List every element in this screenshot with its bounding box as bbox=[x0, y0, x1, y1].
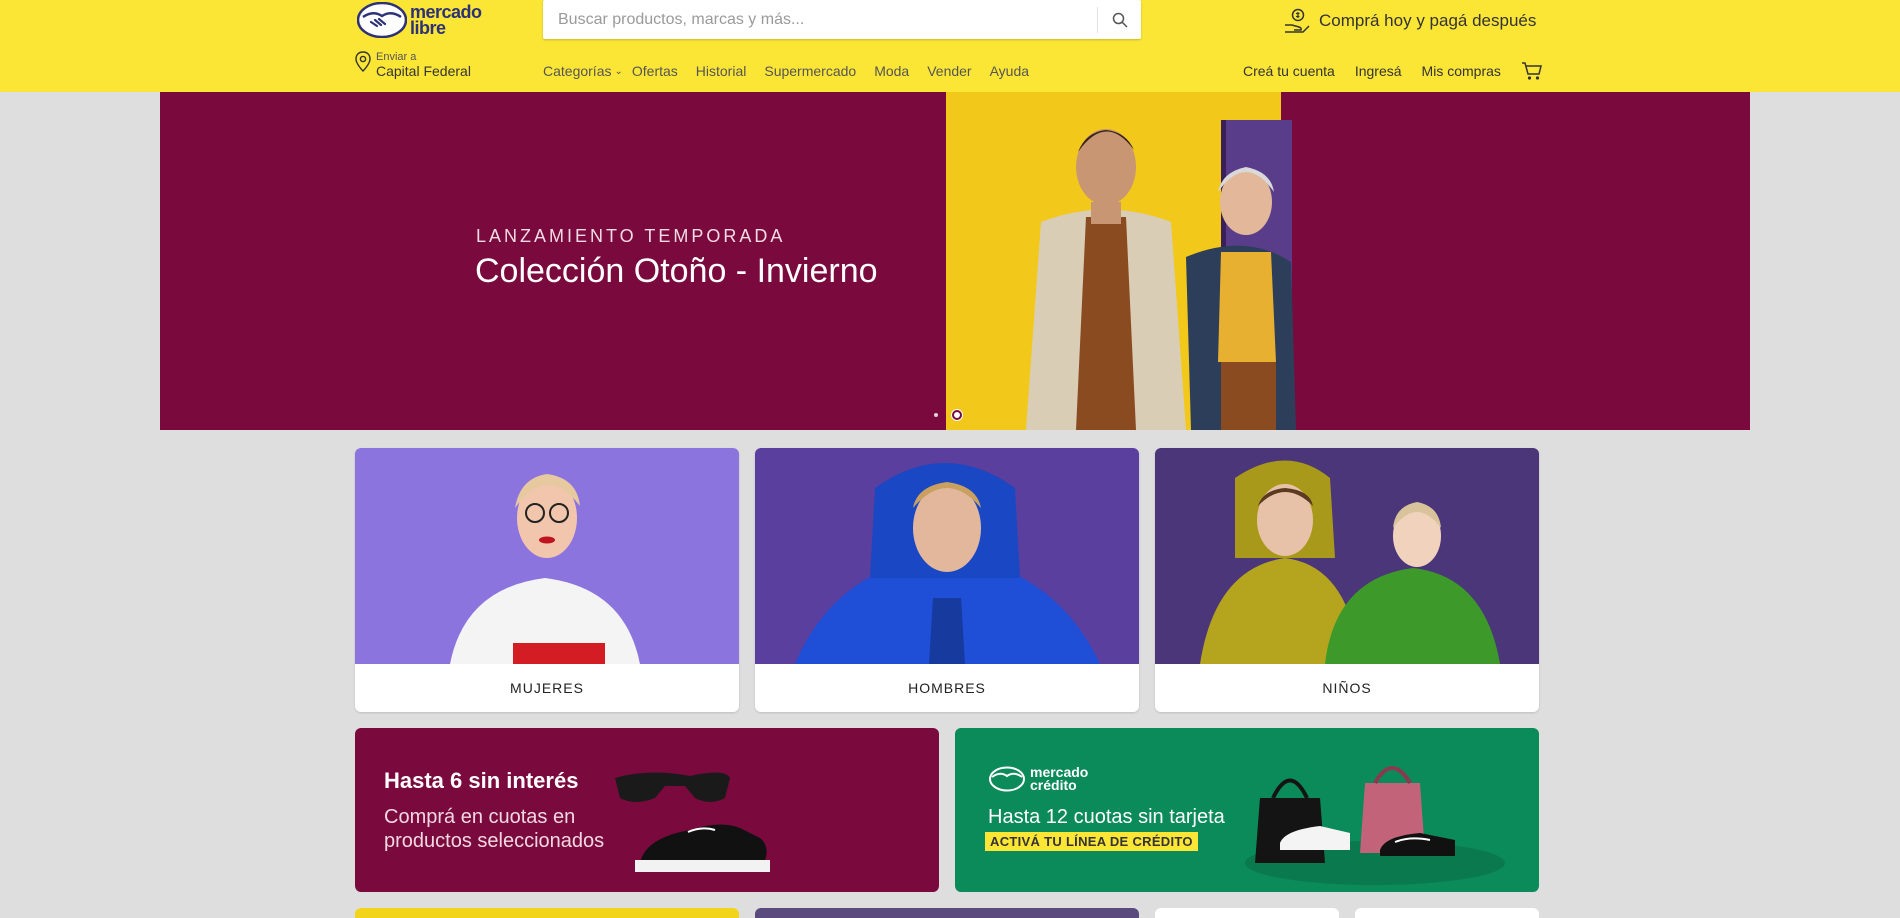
promo-link[interactable]: Comprá hoy y pagá después bbox=[1283, 6, 1536, 36]
nav-offers[interactable]: Ofertas bbox=[632, 63, 678, 79]
handshake-logo-icon bbox=[357, 2, 407, 38]
search-bar bbox=[543, 0, 1141, 39]
carousel-dot-1[interactable] bbox=[934, 413, 938, 417]
nav-supermarket[interactable]: Supermercado bbox=[764, 63, 856, 79]
nav-categories[interactable]: Categorías ⌄ bbox=[543, 63, 623, 79]
login-link[interactable]: Ingresá bbox=[1355, 63, 1402, 79]
promo-text: Comprá hoy y pagá después bbox=[1319, 11, 1537, 30]
credit-logo-line2: crédito bbox=[1030, 777, 1077, 793]
men-image bbox=[755, 448, 1139, 664]
promo-card-peek[interactable] bbox=[1355, 908, 1539, 918]
installments-banner[interactable]: Hasta 6 sin interés Comprá en cuotas en … bbox=[355, 728, 939, 892]
logo-text: mercado libre bbox=[410, 2, 482, 38]
hand-coin-icon bbox=[1285, 8, 1310, 33]
search-button[interactable] bbox=[1097, 6, 1141, 33]
header: mercado libre Comprá hoy y pagá después … bbox=[0, 0, 1900, 92]
nav-history[interactable]: Historial bbox=[696, 63, 747, 79]
my-purchases-link[interactable]: Mis compras bbox=[1422, 63, 1501, 79]
user-nav: Creá tu cuenta Ingresá Mis compras bbox=[1243, 61, 1543, 81]
credit-banner[interactable]: mercado crédito Hasta 12 cuotas sin tarj… bbox=[955, 728, 1539, 892]
sneakers-sunglasses-image bbox=[615, 772, 770, 872]
promo-card-peek[interactable] bbox=[755, 908, 1139, 918]
nav-sell[interactable]: Vender bbox=[927, 63, 971, 79]
mercado-credito-logo: mercado crédito bbox=[988, 765, 1088, 793]
shipping-location[interactable]: Enviar a Capital Federal bbox=[354, 51, 471, 79]
mercadolibre-logo[interactable]: mercado libre bbox=[357, 2, 497, 38]
nav-help[interactable]: Ayuda bbox=[990, 63, 1029, 79]
promo-card-peek[interactable] bbox=[355, 908, 739, 918]
hero-image bbox=[946, 92, 1296, 430]
ship-label: Enviar a bbox=[376, 51, 417, 63]
bags-sneakers-image bbox=[1245, 766, 1505, 885]
handshake-logo-icon bbox=[989, 766, 1025, 792]
women-image bbox=[355, 448, 739, 664]
promo-card-peek[interactable] bbox=[1155, 908, 1339, 918]
category-label: MUJERES bbox=[510, 680, 584, 696]
search-icon bbox=[1112, 12, 1128, 28]
cart-icon[interactable] bbox=[1521, 61, 1543, 81]
hero-subtitle: LANZAMIENTO TEMPORADA bbox=[476, 226, 786, 246]
kids-image bbox=[1155, 448, 1539, 664]
installments-title: Hasta 6 sin interés bbox=[384, 768, 579, 793]
location-pin-icon bbox=[355, 51, 371, 72]
create-account-link[interactable]: Creá tu cuenta bbox=[1243, 63, 1335, 79]
category-card-men[interactable]: HOMBRES bbox=[755, 448, 1139, 712]
main-nav: Categorías ⌄ Ofertas Historial Supermerca… bbox=[543, 63, 1047, 79]
search-input[interactable] bbox=[543, 0, 1097, 39]
credit-title: Hasta 12 cuotas sin tarjeta bbox=[988, 806, 1225, 828]
carousel-dot-2[interactable] bbox=[952, 410, 962, 420]
ship-location: Capital Federal bbox=[376, 63, 471, 79]
category-card-kids[interactable]: NIÑOS bbox=[1155, 448, 1539, 712]
nav-fashion[interactable]: Moda bbox=[874, 63, 909, 79]
hero-title: Colección Otoño - Invierno bbox=[475, 252, 878, 290]
hero-banner[interactable]: LANZAMIENTO TEMPORADA Colección Otoño - … bbox=[160, 92, 1750, 430]
credit-badge: ACTIVÁ TU LÍNEA DE CRÉDITO bbox=[985, 832, 1198, 851]
carousel-dots bbox=[934, 410, 976, 420]
chevron-down-icon: ⌄ bbox=[614, 65, 623, 77]
category-card-women[interactable]: MUJERES bbox=[355, 448, 739, 712]
category-label: NIÑOS bbox=[1322, 680, 1372, 696]
category-label: HOMBRES bbox=[908, 680, 986, 696]
installments-text: Comprá en cuotas en productos selecciona… bbox=[384, 806, 605, 852]
